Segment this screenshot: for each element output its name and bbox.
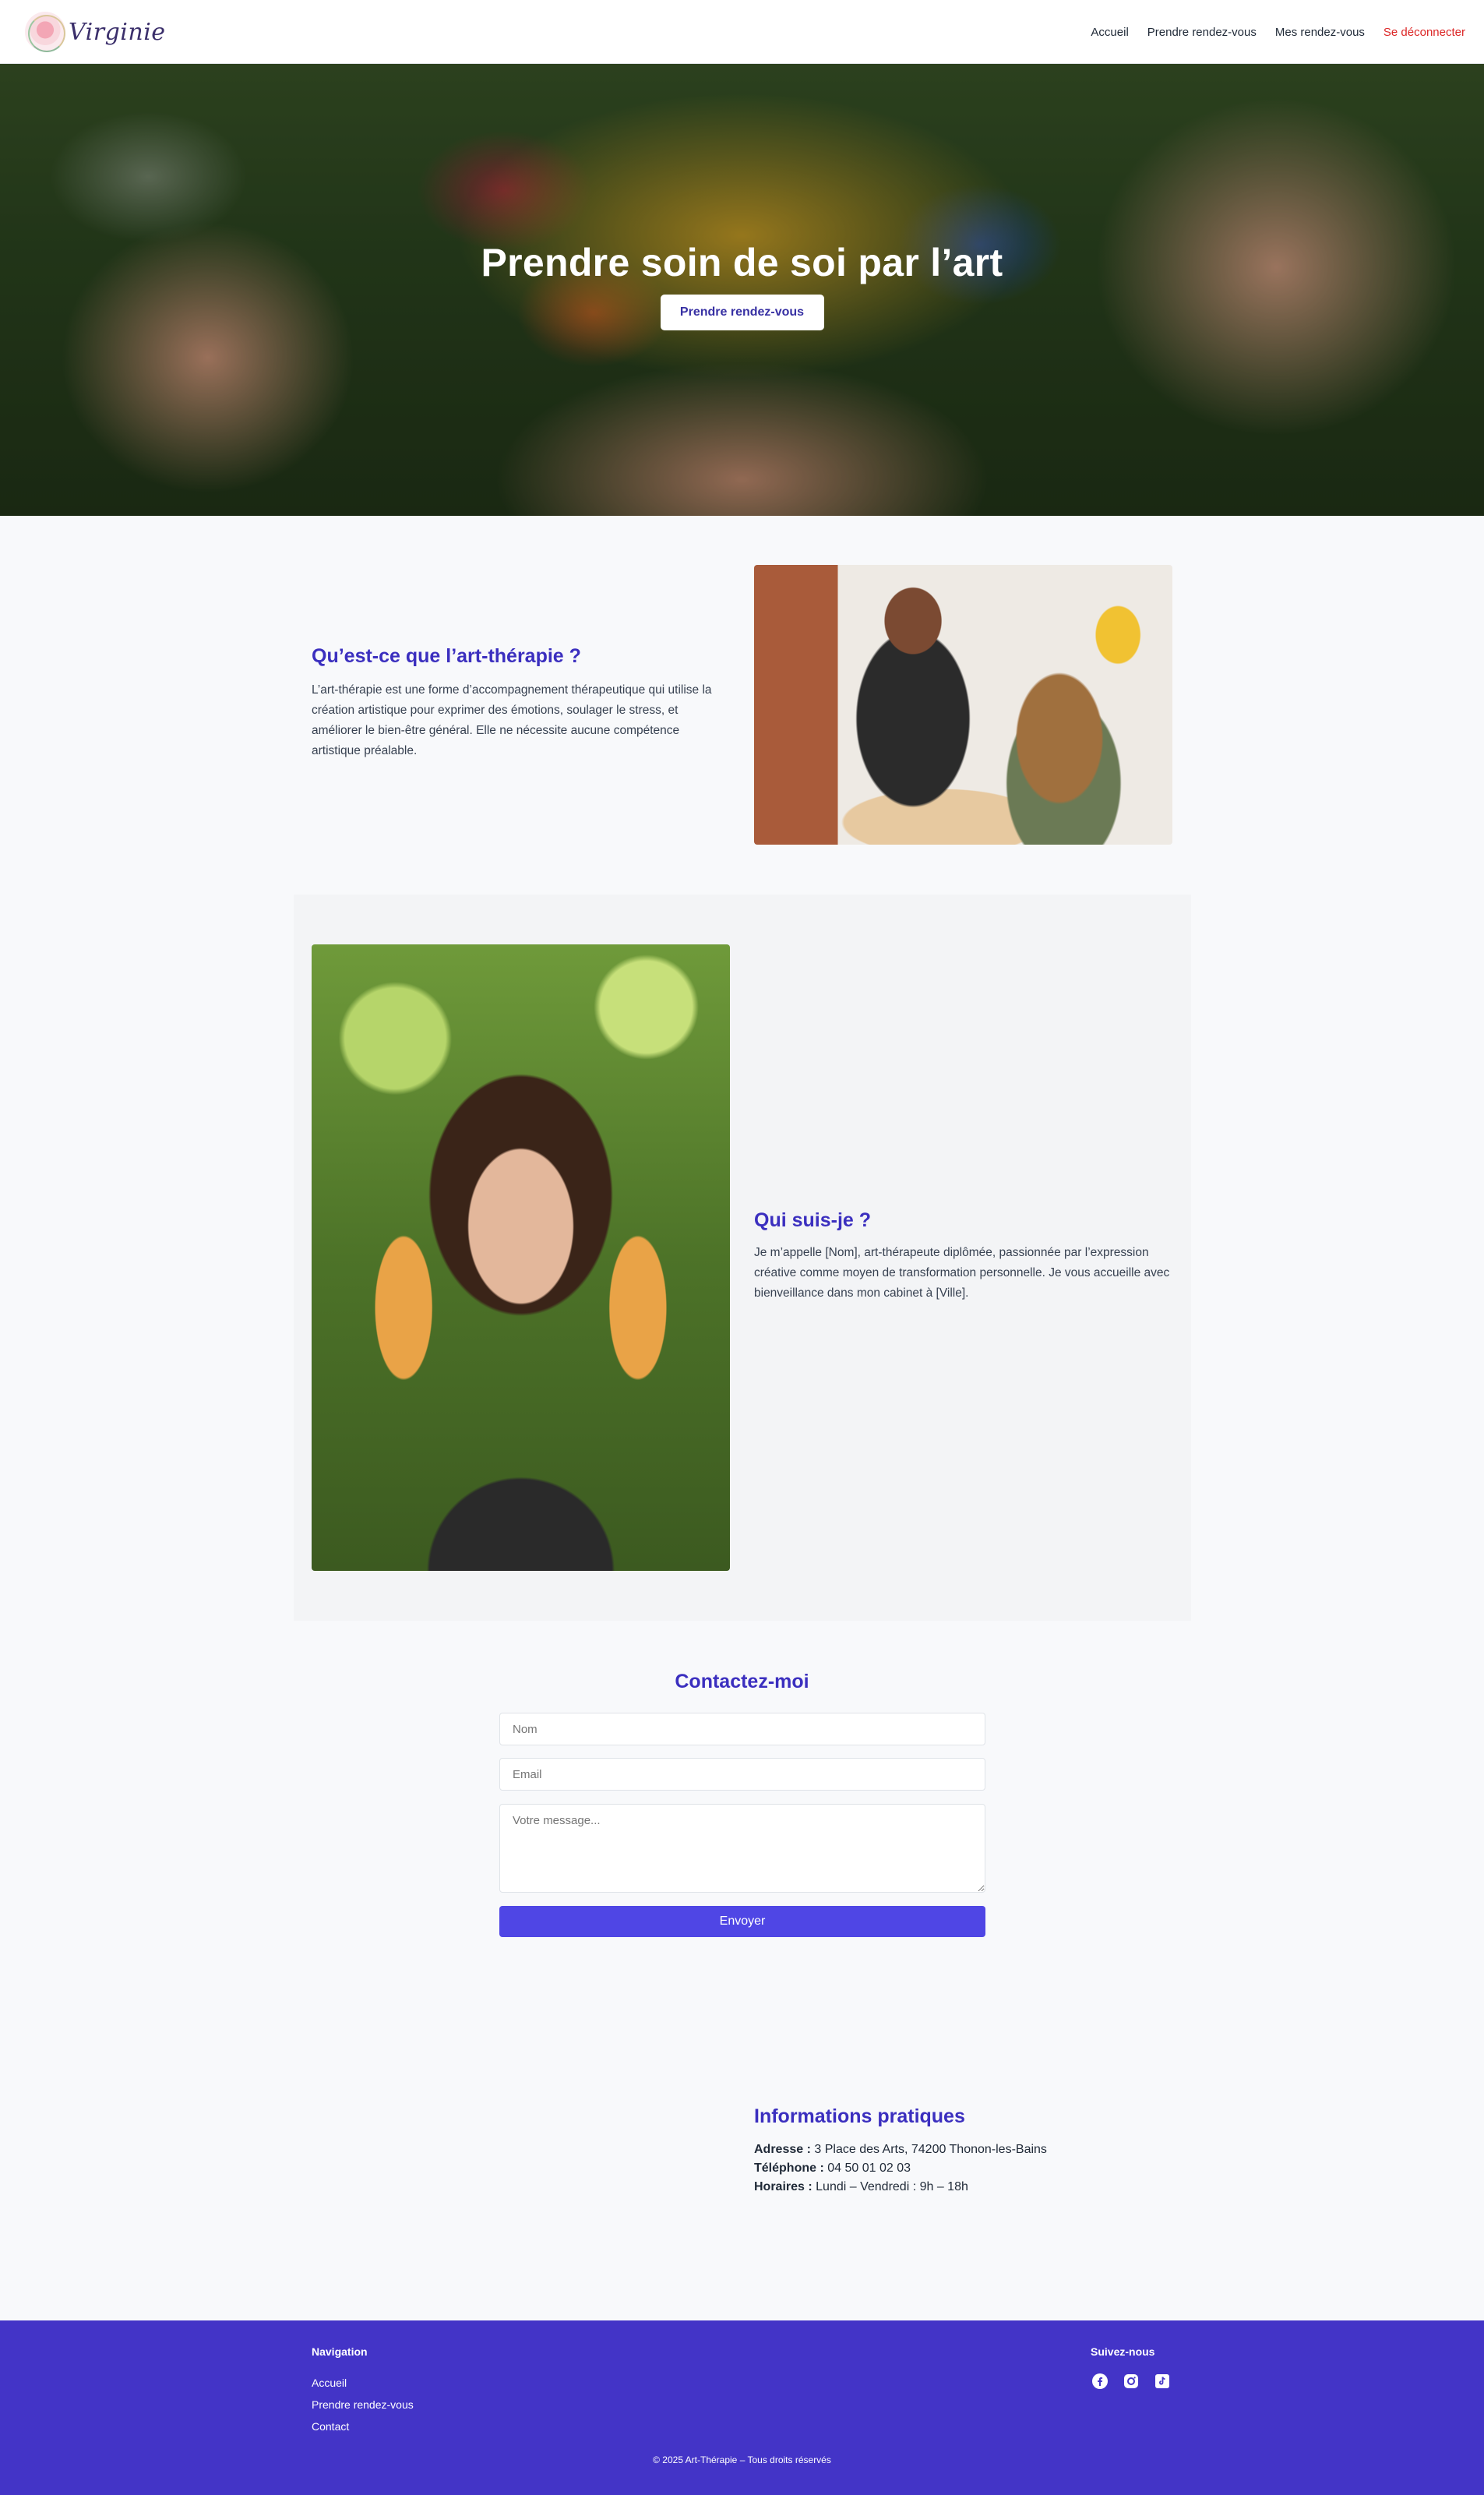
site-logo[interactable]: Virginie [25, 11, 166, 53]
logo-text: Virginie [69, 18, 166, 46]
footer-link-contact[interactable]: Contact [312, 2416, 414, 2437]
hours-value: Lundi – Vendredi : 9h – 18h [816, 2180, 968, 2193]
art-therapy-section: Qu’est-ce que l’art-thérapie ? L’art-thé… [312, 645, 717, 761]
footer-social-title: Suivez-nous [1091, 2345, 1155, 2358]
tiktok-icon[interactable] [1153, 2372, 1172, 2391]
hero-banner: Prendre soin de soi par l’art Prendre re… [0, 64, 1484, 516]
nav-link-home[interactable]: Accueil [1091, 26, 1128, 39]
site-footer: Navigation Accueil Prendre rendez-vous C… [0, 2320, 1484, 2495]
phone-label: Téléphone : [754, 2162, 824, 2175]
footer-nav-title: Navigation [312, 2345, 368, 2358]
contact-title: Contactez-moi [675, 1671, 809, 1692]
copyright-text: © 2025 Art-Thérapie – Tous droits réserv… [653, 2454, 831, 2465]
hero-content: Prendre soin de soi par l’art Prendre re… [0, 240, 1484, 330]
main-nav: Accueil Prendre rendez-vous Mes rendez-v… [1091, 0, 1465, 64]
phone-line: Téléphone : 04 50 01 02 03 [754, 2159, 1172, 2178]
footer-social: Suivez-nous [1091, 2345, 1172, 2391]
nav-link-logout[interactable]: Se déconnecter [1384, 26, 1465, 39]
art-therapy-title: Qu’est-ce que l’art-thérapie ? [312, 645, 581, 667]
facebook-icon[interactable] [1091, 2372, 1109, 2391]
hero-title: Prendre soin de soi par l’art [481, 241, 1003, 284]
therapist-portrait-photo [312, 944, 730, 1571]
nav-link-book[interactable]: Prendre rendez-vous [1147, 26, 1257, 39]
phone-value: 04 50 01 02 03 [827, 2162, 911, 2175]
footer-navigation: Navigation Accueil Prendre rendez-vous C… [312, 2345, 414, 2437]
practical-info-title: Informations pratiques [754, 2105, 965, 2127]
footer-link-book[interactable]: Prendre rendez-vous [312, 2394, 414, 2416]
address-value: 3 Place des Arts, 74200 Thonon-les-Bains [814, 2143, 1047, 2156]
about-me-title: Qui suis-je ? [754, 1209, 872, 1231]
instagram-icon[interactable] [1122, 2372, 1140, 2391]
practical-info-section: Informations pratiques Adresse : 3 Place… [754, 2105, 1172, 2197]
hours-label: Horaires : [754, 2180, 812, 2193]
site-header: Virginie Accueil Prendre rendez-vous Mes… [0, 0, 1484, 64]
art-therapy-session-photo [754, 565, 1172, 845]
message-textarea[interactable] [499, 1804, 985, 1893]
social-icons [1091, 2372, 1172, 2391]
address-line: Adresse : 3 Place des Arts, 74200 Thonon… [754, 2140, 1172, 2159]
about-me-content: Qui suis-je ? Je m’appelle [Nom], art-th… [754, 1209, 1172, 1304]
hours-line: Horaires : Lundi – Vendredi : 9h – 18h [754, 2178, 1172, 2197]
about-me-text: Je m’appelle [Nom], art-thérapeute diplô… [754, 1246, 1170, 1300]
footer-link-home[interactable]: Accueil [312, 2372, 414, 2394]
nav-link-my-appointments[interactable]: Mes rendez-vous [1275, 26, 1365, 39]
address-label: Adresse : [754, 2143, 811, 2156]
art-therapy-text: L’art-thérapie est une forme d’accompagn… [312, 683, 712, 757]
name-input[interactable] [499, 1713, 985, 1745]
hero-book-button[interactable]: Prendre rendez-vous [660, 295, 824, 330]
email-input[interactable] [499, 1758, 985, 1791]
send-button[interactable]: Envoyer [499, 1906, 985, 1937]
flower-logo-icon [25, 12, 65, 52]
